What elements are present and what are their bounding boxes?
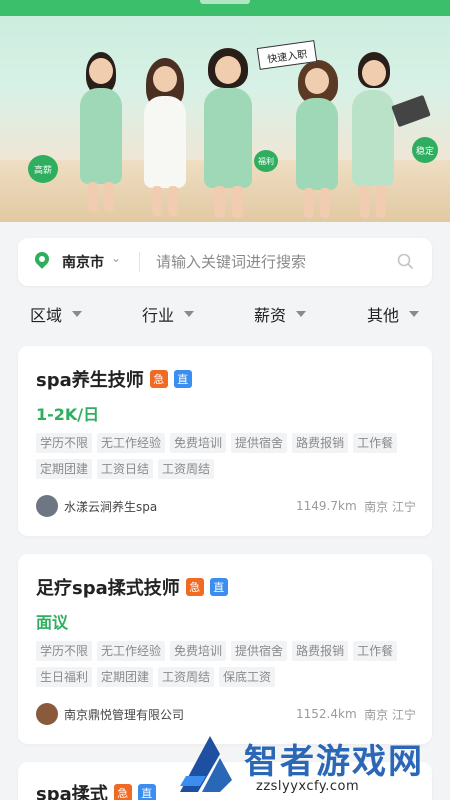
company-name: 水漾云涧养生spa — [64, 499, 158, 514]
filter-label: 其他 — [367, 306, 400, 325]
company-name: 南京鼎悦管理有限公司 — [64, 707, 185, 722]
job-tag: 免费培训 — [170, 641, 227, 661]
filter-label: 区域 — [30, 306, 63, 325]
search-divider — [139, 252, 140, 272]
filter-salary[interactable]: 薪资 — [254, 300, 307, 328]
job-tag: 工作餐 — [353, 641, 398, 661]
status-bar-title — [200, 0, 250, 4]
job-salary: 1-2K/日 — [36, 405, 100, 424]
job-tag: 保底工资 — [219, 667, 276, 687]
job-salary: 面议 — [36, 613, 69, 632]
job-tag: 工资周结 — [158, 667, 215, 687]
direct-badge: 直 — [209, 578, 228, 596]
banner-bubble-stable: 稳定 — [412, 137, 438, 163]
filter-industry[interactable]: 行业 — [142, 300, 195, 328]
job-tag: 学历不限 — [36, 641, 93, 661]
watermark-logo-icon — [180, 736, 232, 792]
job-title: 足疗spa揉式技师 — [36, 578, 180, 599]
search-bar: 南京市 ⌄ — [18, 238, 432, 286]
urgent-badge: 急 — [185, 578, 204, 596]
job-tag: 路费报销 — [292, 641, 349, 661]
watermark-url: zzslyyxcfy.com — [256, 779, 360, 794]
urgent-badge: 急 — [149, 370, 168, 388]
city-selector[interactable]: 南京市 — [62, 252, 104, 272]
job-tag: 工资日结 — [97, 459, 154, 479]
job-tag: 提供宿舍 — [231, 641, 288, 661]
direct-badge: 直 — [173, 370, 192, 388]
company-row: 水漾云涧养生spa 1149.7km 南京 江宁 — [36, 494, 416, 518]
job-card[interactable]: spa养生技师 急 直 1-2K/日 学历不限 无工作经验 免费培训 提供宿舍 … — [18, 346, 432, 536]
watermark: 智者游戏网 zzslyyxcfy.com — [170, 732, 450, 800]
banner-person-2 — [136, 58, 196, 218]
filter-label: 薪资 — [254, 306, 287, 325]
direct-badge: 直 — [137, 784, 156, 800]
job-tag: 工作餐 — [353, 433, 398, 453]
job-location: 南京 江宁 — [364, 499, 416, 514]
job-tag: 生日福利 — [36, 667, 93, 687]
company-row: 南京鼎悦管理有限公司 1152.4km 南京 江宁 — [36, 702, 416, 726]
search-icon[interactable] — [397, 253, 413, 269]
job-tag: 工资周结 — [158, 459, 215, 479]
job-tag: 免费培训 — [170, 433, 227, 453]
status-bar — [0, 0, 450, 16]
job-title-row: spa揉式 急 直 — [36, 780, 156, 800]
filter-bar: 区域 行业 薪资 其他 — [0, 300, 450, 328]
job-card[interactable]: 足疗spa揉式技师 急 直 面议 学历不限 无工作经验 免费培训 提供宿舍 路费… — [18, 554, 432, 744]
banner-bubble-benefits: 福利 — [254, 150, 278, 172]
banner-person-4 — [288, 60, 348, 218]
job-tag: 无工作经验 — [97, 433, 166, 453]
banner-person-5 — [346, 52, 402, 218]
filter-region[interactable]: 区域 — [30, 300, 83, 328]
search-input[interactable] — [156, 250, 386, 274]
job-tag: 定期团建 — [36, 459, 93, 479]
job-tag: 学历不限 — [36, 433, 93, 453]
company-avatar — [36, 703, 58, 725]
company-avatar — [36, 495, 58, 517]
job-location: 南京 江宁 — [364, 707, 416, 722]
hero-banner[interactable]: 快速入职 高薪 福利 稳定 — [0, 0, 450, 222]
filter-label: 行业 — [142, 306, 175, 325]
job-tag: 路费报销 — [292, 433, 349, 453]
caret-down-icon — [184, 311, 195, 317]
banner-person-3 — [196, 48, 262, 218]
job-tag: 无工作经验 — [97, 641, 166, 661]
job-distance: 1149.7km — [296, 499, 357, 513]
job-distance: 1152.4km — [296, 707, 357, 721]
caret-down-icon — [409, 311, 420, 317]
watermark-text: 智者游戏网 — [244, 742, 424, 782]
job-tags: 学历不限 无工作经验 免费培训 提供宿舍 路费报销 工作餐 定期团建 工资日结 … — [36, 433, 416, 479]
chevron-down-icon[interactable]: ⌄ — [111, 251, 121, 265]
location-pin-icon — [32, 249, 52, 269]
job-tags: 学历不限 无工作经验 免费培训 提供宿舍 路费报销 工作餐 生日福利 定期团建 … — [36, 641, 416, 687]
urgent-badge: 急 — [113, 784, 132, 800]
job-tag: 提供宿舍 — [231, 433, 288, 453]
banner-bubble-high-salary: 高薪 — [28, 155, 58, 183]
filter-other[interactable]: 其他 — [367, 300, 420, 328]
caret-down-icon — [72, 311, 83, 317]
job-title: spa养生技师 — [36, 370, 144, 391]
banner-person-1 — [72, 52, 132, 212]
caret-down-icon — [296, 311, 307, 317]
job-title-row: 足疗spa揉式技师 急 直 — [36, 574, 228, 600]
job-tag: 定期团建 — [97, 667, 154, 687]
job-title: spa揉式 — [36, 784, 108, 800]
job-title-row: spa养生技师 急 直 — [36, 366, 192, 392]
